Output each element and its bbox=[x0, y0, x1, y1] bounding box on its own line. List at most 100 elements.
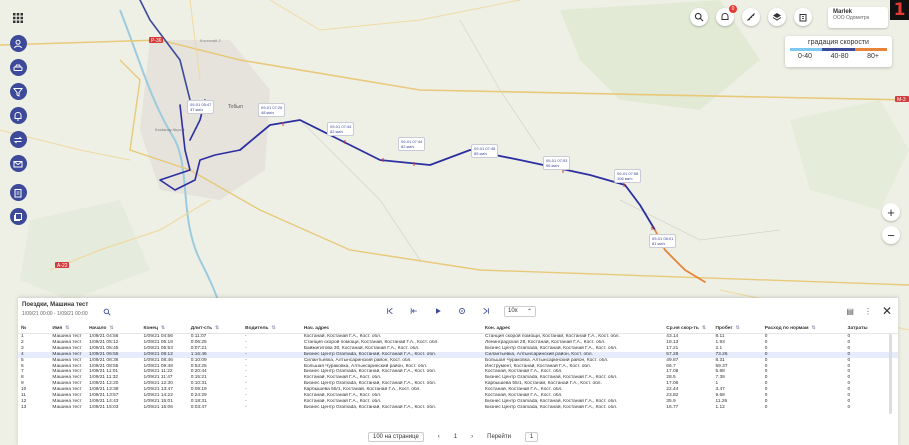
route-marker[interactable]: 09-01 07:26 48 км/ч bbox=[258, 103, 286, 117]
speed-gradient-bar bbox=[790, 48, 887, 51]
marker-speed: 48 км/ч bbox=[261, 110, 275, 115]
col-header[interactable]: Пробег ⇅ bbox=[712, 324, 762, 334]
col-header[interactable]: Имя ⇅ bbox=[49, 324, 87, 334]
panel-title: Поездки, Машина тест bbox=[22, 302, 89, 308]
col-header[interactable]: Затраты bbox=[844, 324, 898, 334]
table-cell: Бизнес Центр Gramada, Костанай, Костанай… bbox=[485, 404, 618, 410]
table-cell: 16.77 bbox=[666, 404, 679, 410]
route-marker[interactable]: 09-01 08:01 81 км/ч bbox=[649, 234, 677, 248]
table-row[interactable]: 13 Машина тест 1/09/21 15:03 1/09/21 15:06 0… bbox=[18, 405, 898, 411]
col-header[interactable]: Водитель ⇅ bbox=[242, 324, 301, 334]
target-icon[interactable] bbox=[456, 305, 468, 317]
table-header-row: № Имя ⇅ Начало ⇅ Конец ⇅ Длит-сть ⇅ Водитель… bbox=[18, 324, 898, 334]
layers-stack-icon[interactable] bbox=[768, 8, 786, 26]
marker-speed: 82 км/ч bbox=[330, 129, 344, 134]
playback-speed-value: 10x bbox=[508, 308, 518, 314]
table-cell: Машина тест bbox=[52, 339, 82, 345]
road-label-m3: М-3 bbox=[897, 97, 906, 103]
col-header[interactable]: № bbox=[18, 324, 50, 334]
route-marker[interactable]: 09-01 07:53 96 км/ч bbox=[543, 156, 571, 170]
search-icon[interactable] bbox=[690, 8, 708, 26]
route-marker[interactable]: 09-01 07:44 82 км/ч bbox=[398, 137, 426, 151]
table-cell: 1/09/21 15:06 bbox=[143, 404, 173, 410]
table-cell: 1/09/21 15:03 bbox=[89, 404, 119, 410]
speed-range-mid: 40-80 bbox=[830, 53, 849, 60]
skip-end-icon[interactable] bbox=[480, 305, 492, 317]
col-header[interactable]: Нач. адрес bbox=[300, 324, 483, 334]
col-header[interactable]: Длит-сть ⇅ bbox=[187, 324, 243, 334]
panel-search-icon[interactable] bbox=[100, 305, 114, 319]
page-size-select[interactable]: 100 на странице bbox=[368, 432, 424, 442]
route-marker[interactable]: 09-01 05:47 37 км/ч bbox=[187, 100, 215, 114]
top-toolbar: 0 bbox=[690, 5, 812, 26]
prev-page-icon[interactable]: ‹ bbox=[438, 434, 440, 440]
playback-controls: 10x ⌃ bbox=[384, 305, 536, 317]
table-cell: Машина тест bbox=[52, 334, 82, 339]
table-cell: 0 bbox=[764, 404, 768, 410]
marker-speed: 106 км/ч bbox=[617, 176, 633, 181]
col-header[interactable]: Начало ⇅ bbox=[86, 324, 141, 334]
layers-icon[interactable] bbox=[9, 208, 27, 225]
brand-logo: 1 bbox=[890, 0, 909, 20]
notifications-bell-icon[interactable]: 0 bbox=[716, 5, 737, 26]
table-cell: Бизнес Центр Gramada, Костанай, Костанай… bbox=[303, 404, 437, 410]
mail-icon[interactable] bbox=[9, 155, 27, 172]
route-marker[interactable]: 09-01 07:44 82 км/ч bbox=[327, 122, 355, 136]
zoom-controls: + − bbox=[882, 203, 900, 244]
panel-date-range: 1/09/21 00:00 - 1/09/21 00:00 bbox=[22, 311, 88, 317]
table-scrollbar[interactable] bbox=[889, 334, 892, 414]
city-label: Тобыл bbox=[228, 104, 243, 110]
calendar-icon[interactable]: ▤ bbox=[846, 307, 854, 316]
swap-icon[interactable] bbox=[9, 131, 27, 148]
marker-speed: 37 км/ч bbox=[190, 107, 204, 112]
zoom-out-button[interactable]: − bbox=[882, 226, 900, 244]
marker-speed: 85 км/ч bbox=[474, 151, 488, 156]
table-cell: 1.12 bbox=[715, 404, 725, 410]
col-header[interactable]: Конец ⇅ bbox=[140, 324, 188, 334]
table-cell: Машина тест bbox=[52, 398, 82, 404]
ruler-icon[interactable] bbox=[742, 8, 760, 26]
current-page: 1 bbox=[453, 434, 458, 440]
speed-range-high: 80+ bbox=[867, 53, 879, 60]
marker-speed: 96 км/ч bbox=[546, 163, 560, 168]
col-header[interactable]: Кон. адрес bbox=[482, 324, 664, 334]
step-back-icon[interactable] bbox=[408, 305, 420, 317]
road-label-a22: А-22 bbox=[57, 263, 68, 269]
goto-label: Перейти bbox=[487, 434, 511, 440]
clipboard-icon[interactable] bbox=[9, 184, 27, 201]
building-icon[interactable] bbox=[794, 8, 812, 26]
speed-legend-title: градация скорости bbox=[808, 39, 869, 46]
speed-legend: градация скорости 0-40 40-80 80+ bbox=[785, 36, 892, 67]
car-icon[interactable] bbox=[9, 59, 27, 76]
table-cell: Машина тест bbox=[52, 404, 82, 410]
road-label-r36: Р-36 bbox=[151, 38, 162, 44]
table-cell: Машина тест bbox=[49, 351, 87, 358]
col-header[interactable]: Расход по нормам ⇅ bbox=[761, 324, 845, 334]
table-cell: 13 bbox=[21, 404, 27, 410]
filter-icon[interactable] bbox=[9, 83, 27, 100]
marker-speed: 82 км/ч bbox=[401, 144, 415, 149]
route-marker[interactable]: 09-01 07:58 106 км/ч bbox=[614, 169, 642, 183]
trips-panel: Поездки, Машина тест 1/09/21 00:00 - 1/0… bbox=[18, 298, 898, 445]
play-icon[interactable] bbox=[432, 305, 444, 317]
table-cell: Машина тест bbox=[52, 357, 82, 363]
grid-icon[interactable] bbox=[10, 9, 27, 26]
pagination: 100 на странице ‹ 1 › Перейти 1 bbox=[368, 432, 539, 442]
close-icon[interactable]: ✕ bbox=[882, 304, 892, 318]
user-icon[interactable] bbox=[9, 35, 27, 52]
user-org: ООО Одометрн bbox=[833, 15, 870, 21]
goto-page-input[interactable]: 1 bbox=[524, 432, 539, 442]
more-vertical-icon[interactable]: ⋮ bbox=[864, 307, 872, 316]
left-sidebar bbox=[9, 9, 27, 225]
route-marker[interactable]: 09-01 07:48 85 км/ч bbox=[471, 144, 499, 158]
area-label: Костанай-2 bbox=[200, 38, 222, 43]
playback-speed-select[interactable]: 10x ⌃ bbox=[504, 305, 536, 317]
user-profile[interactable]: Marlek ООО Одометрн bbox=[828, 7, 888, 28]
col-header[interactable]: Ср.ня скор-ть ⇅ bbox=[663, 324, 713, 334]
skip-start-icon[interactable] bbox=[384, 305, 396, 317]
zoom-in-button[interactable]: + bbox=[882, 203, 900, 221]
next-page-icon[interactable]: › bbox=[471, 434, 473, 440]
airport-label: Kostanay Airport bbox=[155, 127, 185, 132]
speed-range-low: 0-40 bbox=[798, 53, 813, 60]
bell-icon[interactable] bbox=[9, 107, 27, 124]
